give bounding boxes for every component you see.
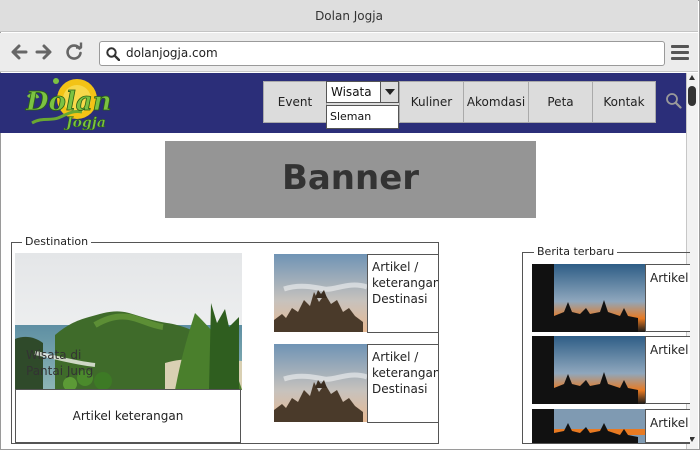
svg-text:Dolan: Dolan (25, 87, 112, 117)
scrollbar-thumb[interactable] (688, 86, 696, 106)
svg-text:Jogja: Jogja (63, 115, 106, 131)
scroll-up-icon[interactable] (689, 75, 695, 80)
nav-kuliner[interactable]: Kuliner (399, 81, 464, 123)
nav-kontak[interactable]: Kontak (592, 81, 656, 123)
reload-icon[interactable] (63, 41, 85, 63)
nav-peta[interactable]: Peta (528, 81, 593, 123)
news-text[interactable]: Artikel (645, 264, 690, 332)
destination-main-article[interactable]: Artikel keterangan (15, 389, 241, 443)
dropdown-option-sleman[interactable]: Sleman (326, 105, 399, 129)
forward-arrow-icon[interactable] (34, 41, 54, 63)
caption-line-2: Pantai Jung (26, 364, 94, 378)
nav-akomodasi[interactable]: Akomdasi (463, 81, 529, 123)
address-bar[interactable]: dolanjogja.com (99, 41, 665, 66)
destination-card-photo[interactable] (274, 254, 367, 332)
banner[interactable]: Banner (165, 141, 536, 218)
destination-card-photo[interactable] (274, 344, 367, 422)
news-photo[interactable] (532, 264, 645, 332)
destination-card-text[interactable]: Artikel / keterangan Destinasi (367, 254, 439, 333)
news-photo[interactable] (532, 409, 645, 443)
site-logo[interactable]: Dolan Jogja (22, 77, 116, 131)
chevron-down-icon[interactable] (380, 81, 399, 103)
news-text[interactable]: Artikel (645, 336, 690, 404)
caption-line-1: Wisata di (26, 348, 82, 362)
hamburger-menu-icon[interactable] (671, 44, 691, 62)
news-photo[interactable] (532, 336, 645, 404)
back-arrow-icon[interactable] (9, 41, 29, 63)
destination-legend: Destination (22, 235, 92, 248)
berita-legend: Berita terbaru (534, 245, 618, 258)
search-icon (106, 46, 121, 62)
site-search-icon[interactable] (665, 92, 682, 109)
destination-card-text[interactable]: Artikel / keterangan Destinasi (367, 344, 439, 423)
window-title: Dolan Jogja (0, 0, 698, 32)
destination-main-caption: Wisata di Pantai Jung (26, 347, 106, 379)
nav-event[interactable]: Event (263, 81, 327, 123)
news-text[interactable]: Artikel (645, 409, 690, 443)
